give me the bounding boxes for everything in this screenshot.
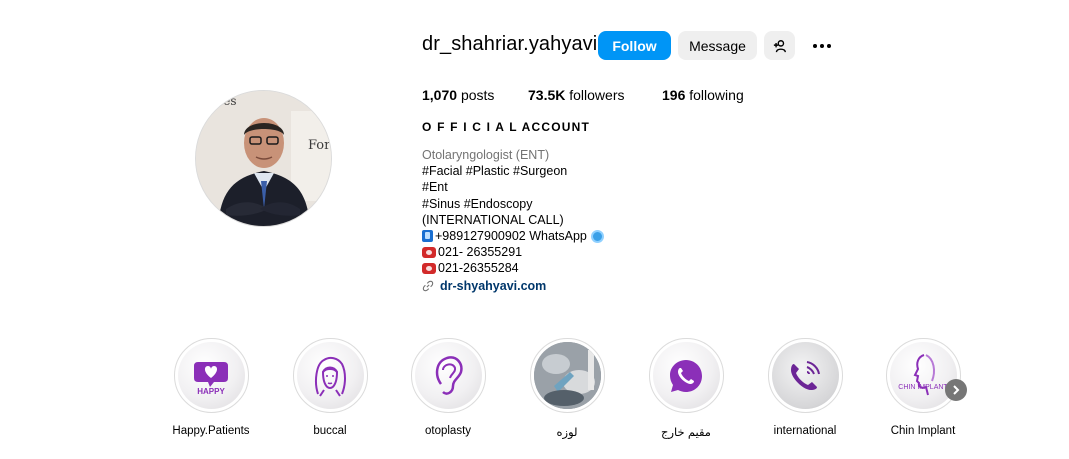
- face-profile-icon: CHIN IMPLANT: [898, 353, 948, 395]
- bio-line-phone: 021-26355284: [422, 260, 604, 276]
- highlight-ring: CHIN IMPLANT: [885, 338, 961, 413]
- following-label: following: [689, 87, 744, 103]
- avatar-photo: Forb oes: [196, 91, 332, 226]
- message-button[interactable]: Message: [678, 31, 757, 60]
- highlight-international[interactable]: international: [760, 338, 850, 437]
- highlight-cover: HAPPY: [177, 342, 245, 409]
- posts-count: 1,070: [422, 87, 458, 103]
- highlight-happy-patients[interactable]: HAPPY Happy.Patients: [166, 338, 256, 437]
- add-person-icon: [773, 39, 786, 52]
- whatsapp-icon: [670, 359, 702, 392]
- bio-line-phone: 021- 26355291: [422, 244, 604, 260]
- bio-line-whatsapp: +989127900902 WhatsApp: [422, 228, 604, 244]
- followers-count: 73.5K: [528, 87, 566, 103]
- phone-number: 021-26355284: [438, 261, 519, 276]
- highlight-label: لوزه: [556, 427, 578, 439]
- highlight-cover: CHIN IMPLANT: [889, 342, 957, 409]
- mobile-phone-icon: [422, 230, 433, 243]
- posts-label: posts: [460, 87, 495, 103]
- highlight-abroad[interactable]: مقیم خارج: [641, 338, 731, 439]
- highlight-cover: [414, 342, 482, 409]
- highlight-ring: HAPPY: [173, 338, 249, 413]
- profile-username: dr_shahriar.yahyavi: [422, 33, 598, 55]
- svg-text:oes: oes: [216, 94, 236, 108]
- telephone-icon: [422, 263, 436, 275]
- globe-icon: [590, 229, 604, 243]
- highlight-label: Chin Implant: [890, 425, 956, 437]
- ear-icon: [435, 355, 463, 395]
- svg-text:HAPPY: HAPPY: [197, 387, 225, 396]
- highlight-ring: [529, 338, 605, 413]
- svg-text:Forb: Forb: [308, 138, 332, 153]
- posts-stat: 1,070 posts: [422, 87, 494, 103]
- more-dots-icon: [827, 43, 831, 48]
- svg-text:CHIN IMPLANT: CHIN IMPLANT: [898, 384, 948, 391]
- bio-line: (INTERNATIONAL CALL): [422, 212, 564, 227]
- profile-website-link[interactable]: dr-shyahyavi.com: [422, 278, 604, 294]
- highlights-next-button[interactable]: [945, 379, 967, 401]
- highlight-cover: [771, 342, 839, 409]
- photo-thumbnail: [533, 342, 601, 409]
- highlight-label: otoplasty: [424, 425, 472, 437]
- heart-happy-icon: HAPPY: [194, 361, 228, 396]
- following-count: 196: [662, 87, 686, 103]
- bio-line: #Sinus #Endoscopy: [422, 196, 533, 211]
- profile-avatar[interactable]: Forb oes: [195, 90, 332, 227]
- highlight-label: international: [773, 425, 837, 437]
- highlight-buccal[interactable]: buccal: [285, 338, 375, 437]
- highlight-ring: [767, 338, 843, 413]
- highlight-ring: [292, 338, 368, 413]
- highlight-label: buccal: [313, 425, 347, 437]
- followers-label: followers: [569, 87, 625, 103]
- highlight-label: Happy.Patients: [172, 425, 250, 437]
- telephone-icon: [422, 246, 436, 258]
- following-stat[interactable]: 196 following: [662, 87, 744, 103]
- follow-button[interactable]: Follow: [598, 31, 671, 60]
- bio-line: #Ent: [422, 180, 448, 195]
- whatsapp-number: +989127900902 WhatsApp: [435, 229, 587, 244]
- website-link-text: dr-shyahyavi.com: [440, 278, 547, 293]
- link-icon: [422, 280, 434, 291]
- profile-category: Otolaryngologist (ENT): [422, 148, 550, 162]
- chevron-right-icon: [953, 385, 960, 395]
- phone-number: 021- 26355291: [438, 245, 523, 260]
- more-options-button[interactable]: [808, 31, 836, 60]
- highlight-tonsil[interactable]: لوزه: [522, 338, 612, 439]
- suggested-accounts-button[interactable]: [764, 31, 795, 60]
- more-dots-icon: [820, 43, 824, 48]
- woman-face-icon: [315, 356, 346, 397]
- followers-stat[interactable]: 73.5K followers: [528, 87, 625, 103]
- highlight-ring: [410, 338, 486, 413]
- profile-bio: Otolaryngologist (ENT) #Facial #Plastic …: [422, 147, 604, 294]
- highlight-cover-photo: [533, 342, 601, 409]
- highlight-label: مقیم خارج: [661, 427, 711, 439]
- profile-full-name: O F F I C I A L ACCOUNT: [422, 120, 591, 134]
- highlight-ring: [648, 338, 724, 413]
- highlight-cover: [652, 342, 720, 409]
- phone-call-icon: [791, 360, 820, 390]
- more-dots-icon: [813, 43, 817, 48]
- highlight-otoplasty[interactable]: otoplasty: [403, 338, 493, 437]
- bio-line: #Facial #Plastic #Surgeon: [422, 164, 568, 179]
- highlight-cover: [296, 342, 364, 409]
